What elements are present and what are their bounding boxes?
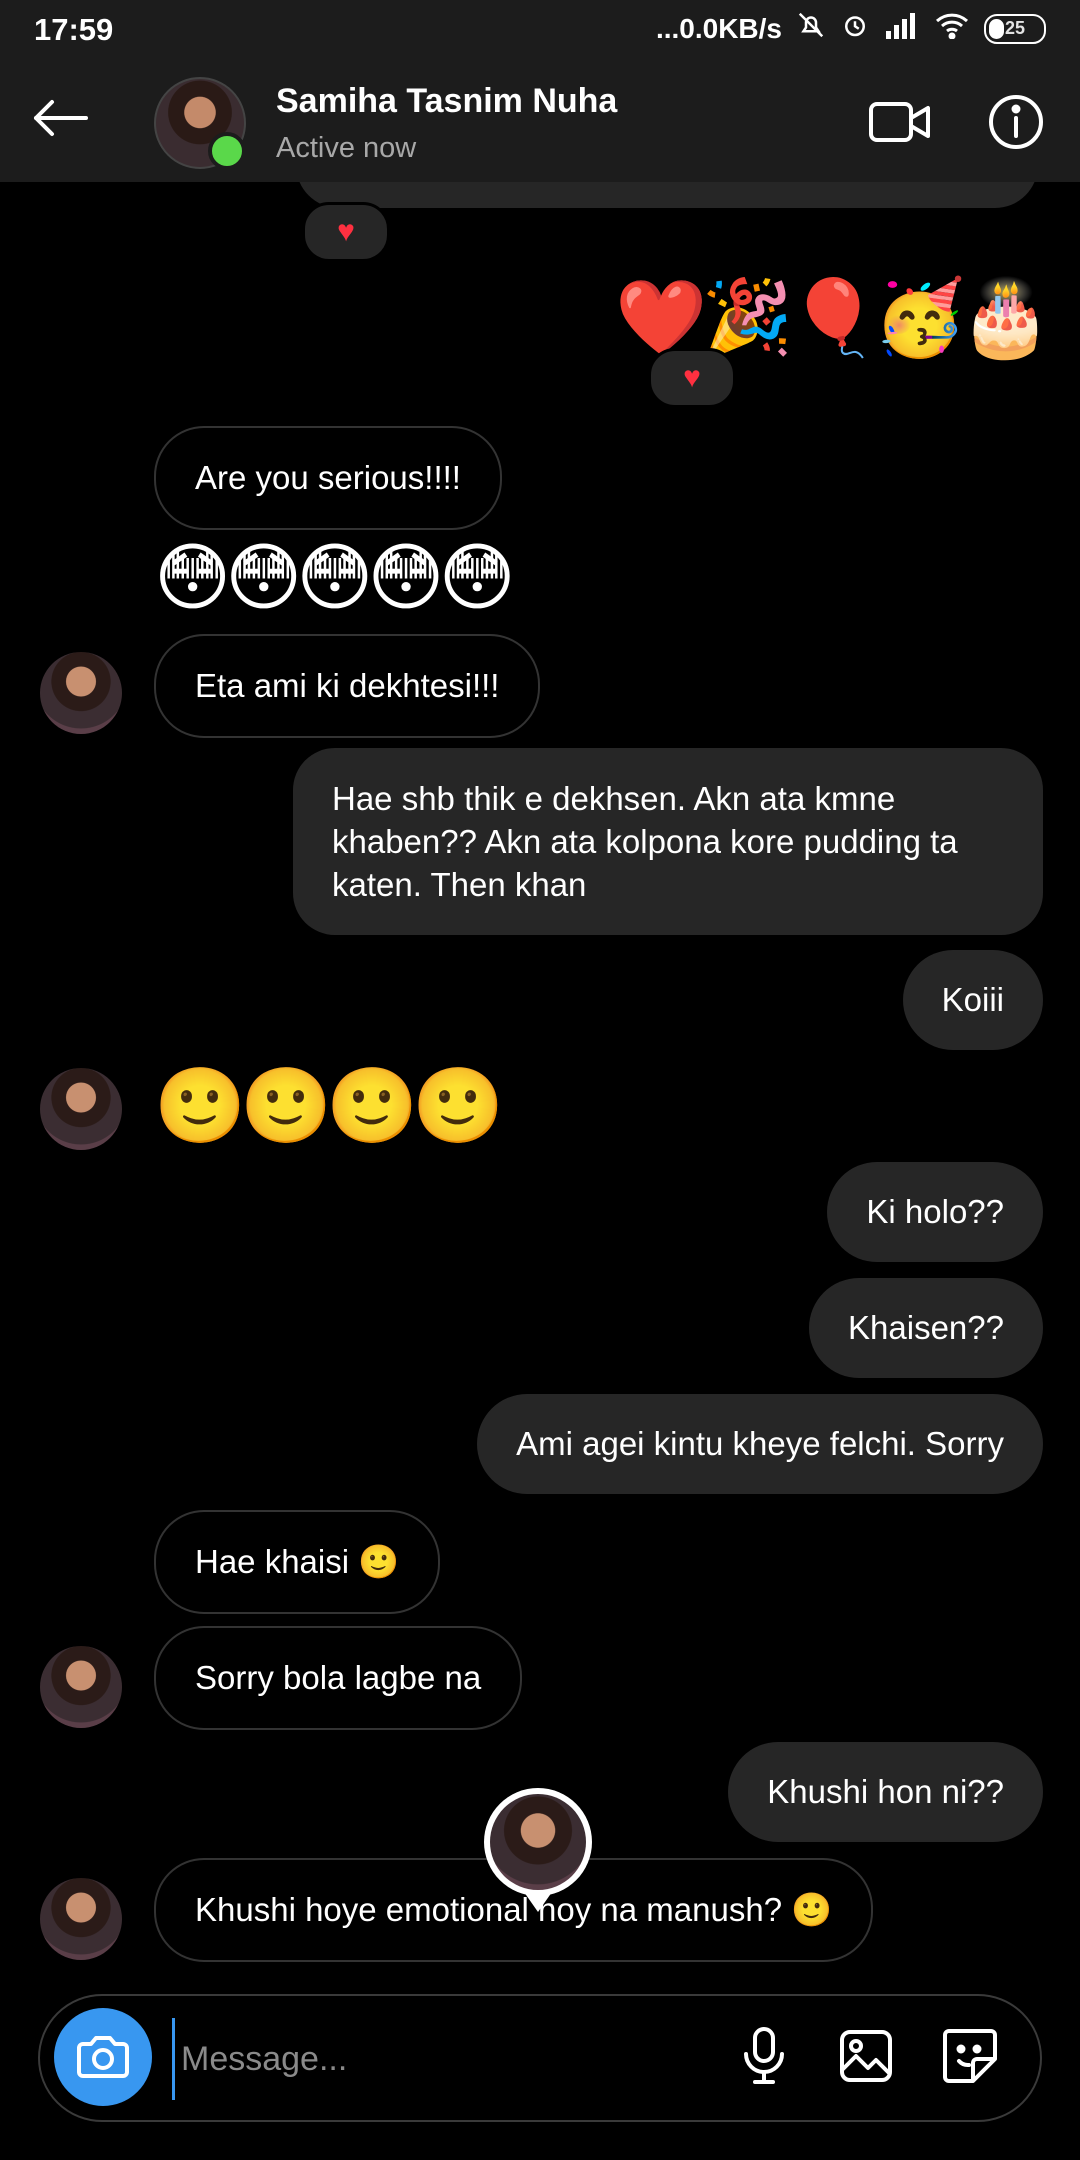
camera-icon (77, 2036, 129, 2078)
outgoing-emoji-message[interactable]: ❤️🎉🎈🥳🎂 (615, 278, 1052, 358)
message-list[interactable]: ♥ ❤️🎉🎈🥳🎂 ♥ Are you serious!!!! 😳😳😳😳😳 Eta… (0, 182, 1080, 1990)
status-bar: 17:59 ...0.0KB/s 25 (0, 0, 1080, 60)
outgoing-message[interactable]: Koiii (902, 950, 1043, 1050)
wifi-icon (934, 11, 970, 46)
gallery-icon (840, 2030, 892, 2082)
battery-icon: 25 (984, 13, 1046, 44)
status-time: 17:59 (34, 12, 114, 47)
sender-avatar[interactable] (40, 1068, 122, 1150)
sender-avatar[interactable] (40, 1878, 122, 1960)
mute-icon (796, 10, 826, 47)
incoming-message[interactable]: Eta ami ki dekhtesi!!! (154, 634, 541, 738)
info-icon (989, 95, 1043, 149)
signal-icon (884, 11, 920, 46)
outgoing-message[interactable]: Khaisen?? (809, 1278, 1043, 1378)
typing-avatar-face (490, 1794, 586, 1890)
back-arrow-icon (34, 100, 88, 136)
sticker-button[interactable] (934, 2020, 1006, 2092)
video-call-button[interactable] (862, 92, 938, 152)
chat-header: Samiha Tasnim Nuha Active now (0, 60, 1080, 182)
gallery-button[interactable] (830, 2020, 902, 2092)
outgoing-message[interactable]: Hae shb thik e dekhsen. Akn ata kmne kha… (293, 748, 1043, 935)
video-camera-icon (869, 102, 930, 142)
message-input[interactable] (172, 2018, 743, 2100)
microphone-button[interactable] (728, 2020, 800, 2092)
outgoing-message[interactable]: Ki holo?? (827, 1162, 1043, 1262)
outgoing-message[interactable]: Khushi hon ni?? (728, 1742, 1043, 1842)
status-icons: ...0.0KB/s 25 (656, 10, 1046, 47)
heart-reaction-icon[interactable]: ♥ (302, 202, 390, 262)
sender-avatar[interactable] (40, 652, 122, 734)
battery-level: 25 (1004, 18, 1026, 38)
microphone-icon (744, 2027, 784, 2084)
incoming-message[interactable]: Sorry bola lagbe na (154, 1626, 523, 1730)
outgoing-message[interactable]: Ami agei kintu kheye felchi. Sorry (477, 1394, 1043, 1494)
typing-indicator-avatar (484, 1788, 592, 1912)
contact-status: Active now (276, 132, 417, 164)
contact-name[interactable]: Samiha Tasnim Nuha (276, 82, 617, 121)
back-button[interactable] (24, 82, 96, 154)
message-bubble-partial[interactable] (296, 182, 1038, 208)
info-button[interactable] (984, 90, 1048, 154)
sticker-icon (943, 2029, 997, 2083)
incoming-emoji-message[interactable]: 🙂🙂🙂🙂 (154, 1066, 505, 1146)
sender-avatar[interactable] (40, 1646, 122, 1728)
camera-button[interactable] (54, 2008, 152, 2106)
incoming-message[interactable]: Are you serious!!!! (154, 426, 502, 530)
network-speed: ...0.0KB/s (655, 12, 782, 44)
alarm-icon (840, 10, 870, 47)
message-composer (38, 1994, 1042, 2122)
incoming-message[interactable]: Hae khaisi 🙂 (154, 1510, 441, 1614)
incoming-emoji-message[interactable]: 😳😳😳😳😳 (154, 538, 516, 618)
online-indicator (208, 132, 246, 170)
heart-reaction-icon[interactable]: ♥ (648, 348, 736, 408)
